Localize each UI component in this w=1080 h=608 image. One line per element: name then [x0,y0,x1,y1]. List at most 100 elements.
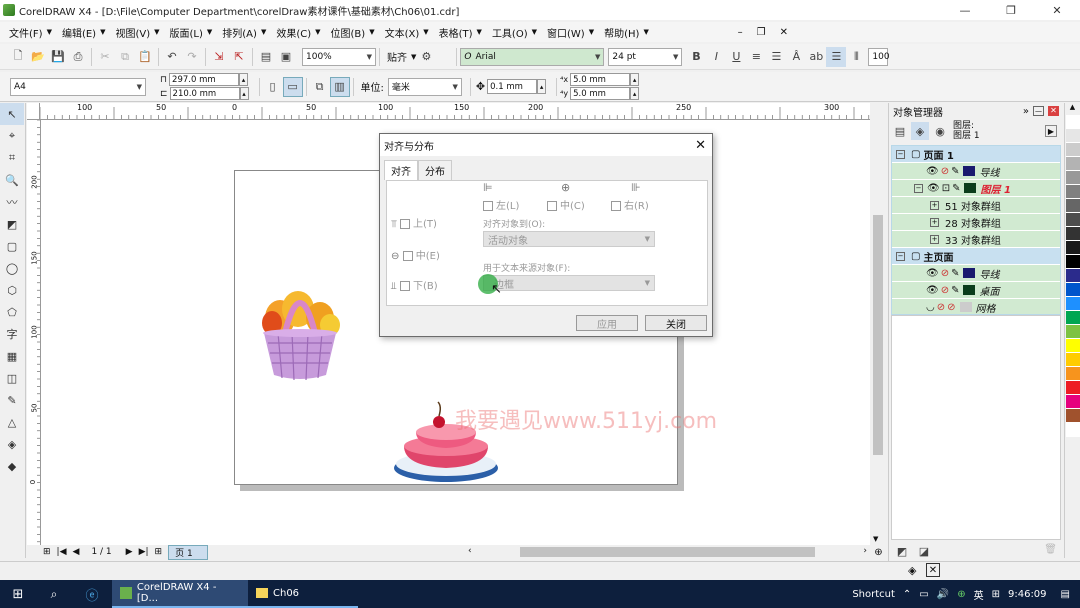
eyedropper-icon[interactable]: ✎ [0,389,24,411]
export-icon[interactable]: ⇱ [229,47,249,67]
shortcut-label[interactable]: Shortcut [852,589,895,600]
open-icon[interactable]: 📂 [28,47,48,67]
palette-swatch[interactable] [1066,227,1080,241]
navigator-icon[interactable]: ⊕ [871,545,886,559]
horizontal-scrollbar[interactable]: ‹ › [465,545,871,559]
new-layer-icon[interactable]: ◩ [893,543,911,559]
scroll-down-icon[interactable]: ▼ [873,535,878,543]
nudge-input[interactable]: 0.1 mm [487,79,538,94]
tree-row-desktop[interactable]: 👁 ⊘ ✎ 桌面 [892,282,1060,299]
start-icon[interactable]: ⊞ [0,580,36,608]
palette-swatch[interactable] [1066,171,1080,185]
edit-toggle-icon[interactable]: ✎ [951,268,959,279]
edit-toggle-icon[interactable]: ✎ [951,166,959,177]
vertical-scrollbar[interactable]: ▼ [870,120,886,545]
ruler-origin[interactable] [27,103,40,120]
font-name-select[interactable]: O Arial ▼ [460,47,605,66]
text-tool-icon[interactable]: 字 [0,323,24,345]
edit-text-icon[interactable]: ab [806,47,826,67]
palette-swatch[interactable] [1066,395,1080,409]
duplicate-y-input[interactable]: 5.0 mm [570,87,631,100]
palette-swatch[interactable] [1066,241,1080,255]
menu-window[interactable]: 窗口(W) ▼ [542,25,599,40]
eye-icon[interactable]: 👁 [927,183,940,194]
docker-close-icon[interactable]: ✕ [1048,105,1059,116]
align-top-option[interactable]: ⫪ 上(T) [391,215,437,230]
edit-across-layers-icon[interactable]: ◈ [911,122,929,140]
page-tab[interactable]: 页 1 [168,544,208,560]
shape-tool-icon[interactable]: ⌖ [0,125,24,147]
app-launcher-icon[interactable]: ▤ [256,47,276,67]
undo-icon[interactable]: ↶ [162,47,182,67]
doc-minimize-button[interactable]: – [738,27,743,38]
add-page-before-icon[interactable]: ⊞ [43,547,51,557]
palette-swatch[interactable] [1066,381,1080,395]
new-master-layer-icon[interactable]: ◪ [915,543,933,559]
page-height-input[interactable]: 210.0 mm [169,87,240,100]
menu-arrange[interactable]: 排列(A) ▼ [217,25,271,40]
tree-row-master-guides[interactable]: 👁 ⊘ ✎ 导线 [892,265,1060,282]
italic-icon[interactable]: I [706,47,726,67]
print-toggle-icon[interactable]: ⊡ [942,183,950,194]
menu-help[interactable]: 帮助(H) ▼ [599,25,654,40]
rectangle-tool-icon[interactable]: ▢ [0,235,24,257]
palette-swatch[interactable] [1066,367,1080,381]
horizontal-scroll-thumb[interactable] [520,547,815,557]
tree-row-layer1[interactable]: − 👁 ⊡ ✎ 图层 1 [892,180,1060,197]
scroll-right-icon[interactable]: › [863,546,867,556]
taskbar-app-coreldraw[interactable]: CorelDRAW X4 - [D... [112,580,248,608]
print-toggle-icon[interactable]: ⊘ [941,285,949,296]
menu-layout[interactable]: 版面(L) ▼ [165,25,218,40]
palette-swatch[interactable] [1066,269,1080,283]
print-icon[interactable]: ⎙ [68,47,88,67]
align-center-h-option[interactable]: ⊕ 中(C) [547,181,585,212]
minimize-button[interactable]: — [942,0,988,20]
paper-size-select[interactable]: A4 ▼ [10,77,146,96]
ellipse-tool-icon[interactable]: ◯ [0,257,24,279]
layer-manager-icon[interactable]: ◉ [931,122,949,140]
vertical-ruler[interactable]: 200 150 100 50 0 [27,120,41,545]
menu-bitmaps[interactable]: 位图(B) ▼ [326,25,380,40]
doc-restore-button[interactable]: ❐ [757,27,766,38]
align-center-v-checkbox[interactable] [402,251,413,261]
fill-tool-icon[interactable]: ◈ [0,433,24,455]
vertical-scroll-thumb[interactable] [873,215,883,455]
edge-icon[interactable]: ⓔ [72,580,112,608]
align-bottom-checkbox[interactable] [399,281,410,291]
tree-row-page1[interactable]: − ▢ 页面 1 [892,146,1060,163]
tray-chevron-icon[interactable]: ⌃ [903,589,911,600]
docker-menu-icon[interactable]: ▶ [1045,125,1057,137]
menu-view[interactable]: 视图(V) ▼ [110,25,164,40]
palette-swatch[interactable] [1066,423,1080,437]
portrait-icon[interactable]: ▯ [263,77,283,97]
tree-row-master-page[interactable]: − ▢ 主页面 [892,248,1060,265]
ime-icon[interactable]: ⊕ [957,589,965,600]
interactive-fill-icon[interactable]: ◆ [0,455,24,477]
doc-close-button[interactable]: ✕ [780,27,788,38]
palette-swatch[interactable] [1066,157,1080,171]
palette-swatch[interactable] [1066,325,1080,339]
horizontal-text-icon[interactable]: ☰ [826,46,847,67]
menu-file[interactable]: 文件(F) ▼ [4,25,57,40]
tree-row-group33[interactable]: +33 对象群组 [892,231,1060,248]
crop-tool-icon[interactable]: ⌗ [0,147,24,169]
palette-swatch[interactable] [1066,143,1080,157]
pick-tool-icon[interactable]: ↖ [0,103,24,125]
eye-icon[interactable]: ◡ [926,302,935,313]
align-center-v-option[interactable]: ⊖ 中(E) [391,247,440,262]
palette-swatch[interactable] [1066,185,1080,199]
print-toggle-icon[interactable]: ⊘ [937,302,945,313]
palette-swatch[interactable] [1066,115,1080,129]
basic-shapes-icon[interactable]: ⬠ [0,301,24,323]
maximize-button[interactable]: ❐ [988,0,1034,20]
last-page-icon[interactable]: ▶| [139,547,149,557]
text-align-icon[interactable]: ≡ [746,47,766,67]
table-tool-icon[interactable]: ▦ [0,345,24,367]
page-width-input[interactable]: 297.0 mm [169,73,240,86]
align-right-checkbox[interactable] [611,201,621,211]
unit-select[interactable]: 毫米 ▼ [387,77,462,96]
next-page-icon[interactable]: ▶ [126,547,133,557]
new-icon[interactable]: 🗋 [8,47,28,67]
scroll-left-icon[interactable]: ‹ [468,546,472,556]
docker-minimize-icon[interactable]: — [1033,105,1044,116]
